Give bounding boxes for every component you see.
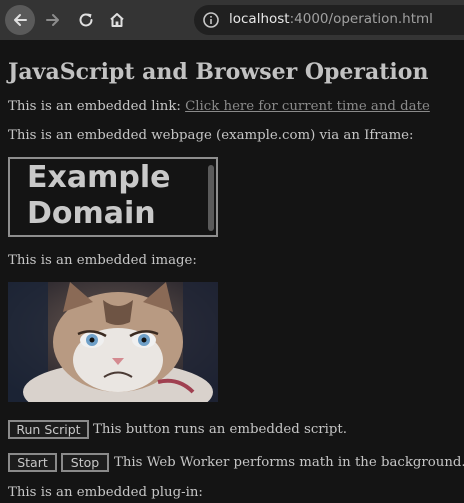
url-host: localhost [229, 11, 290, 27]
back-button[interactable] [5, 5, 35, 35]
info-icon[interactable] [202, 11, 220, 29]
embedded-cat-image [8, 282, 218, 402]
run-script-description: This button runs an embedded script. [93, 422, 347, 437]
iframe-scrollbar[interactable] [208, 165, 214, 231]
back-arrow-icon [14, 14, 27, 26]
page-title: JavaScript and Browser Operation [8, 59, 429, 85]
reload-icon [79, 13, 93, 27]
forward-button[interactable] [38, 5, 68, 35]
url-text: localhost:4000/operation.html [229, 11, 433, 27]
home-button[interactable] [102, 5, 132, 35]
forward-arrow-icon [46, 14, 59, 26]
plugin-caption: This is an embedded plug-in: [8, 485, 203, 500]
browser-toolbar: localhost:4000/operation.html [0, 0, 464, 40]
url-path: :4000/operation.html [289, 11, 433, 27]
image-caption: This is an embedded image: [8, 253, 197, 268]
worker-description: This Web Worker performs math in the bac… [114, 455, 464, 470]
worker-start-button[interactable]: Start [8, 453, 57, 472]
home-icon [110, 13, 124, 27]
iframe-heading: Example Domain [27, 160, 171, 231]
worker-stop-button[interactable]: Stop [61, 453, 109, 472]
embedded-iframe[interactable]: Example Domain [8, 157, 218, 237]
iframe-caption: This is an embedded webpage (example.com… [8, 128, 414, 143]
reload-button[interactable] [71, 5, 101, 35]
link-line: This is an embedded link: Click here for… [8, 99, 430, 114]
link-prefix: This is an embedded link: [8, 99, 186, 114]
current-time-link[interactable]: Click here for current time and date [185, 99, 430, 114]
run-script-button[interactable]: Run Script [8, 420, 89, 439]
address-bar[interactable]: localhost:4000/operation.html [194, 5, 464, 35]
